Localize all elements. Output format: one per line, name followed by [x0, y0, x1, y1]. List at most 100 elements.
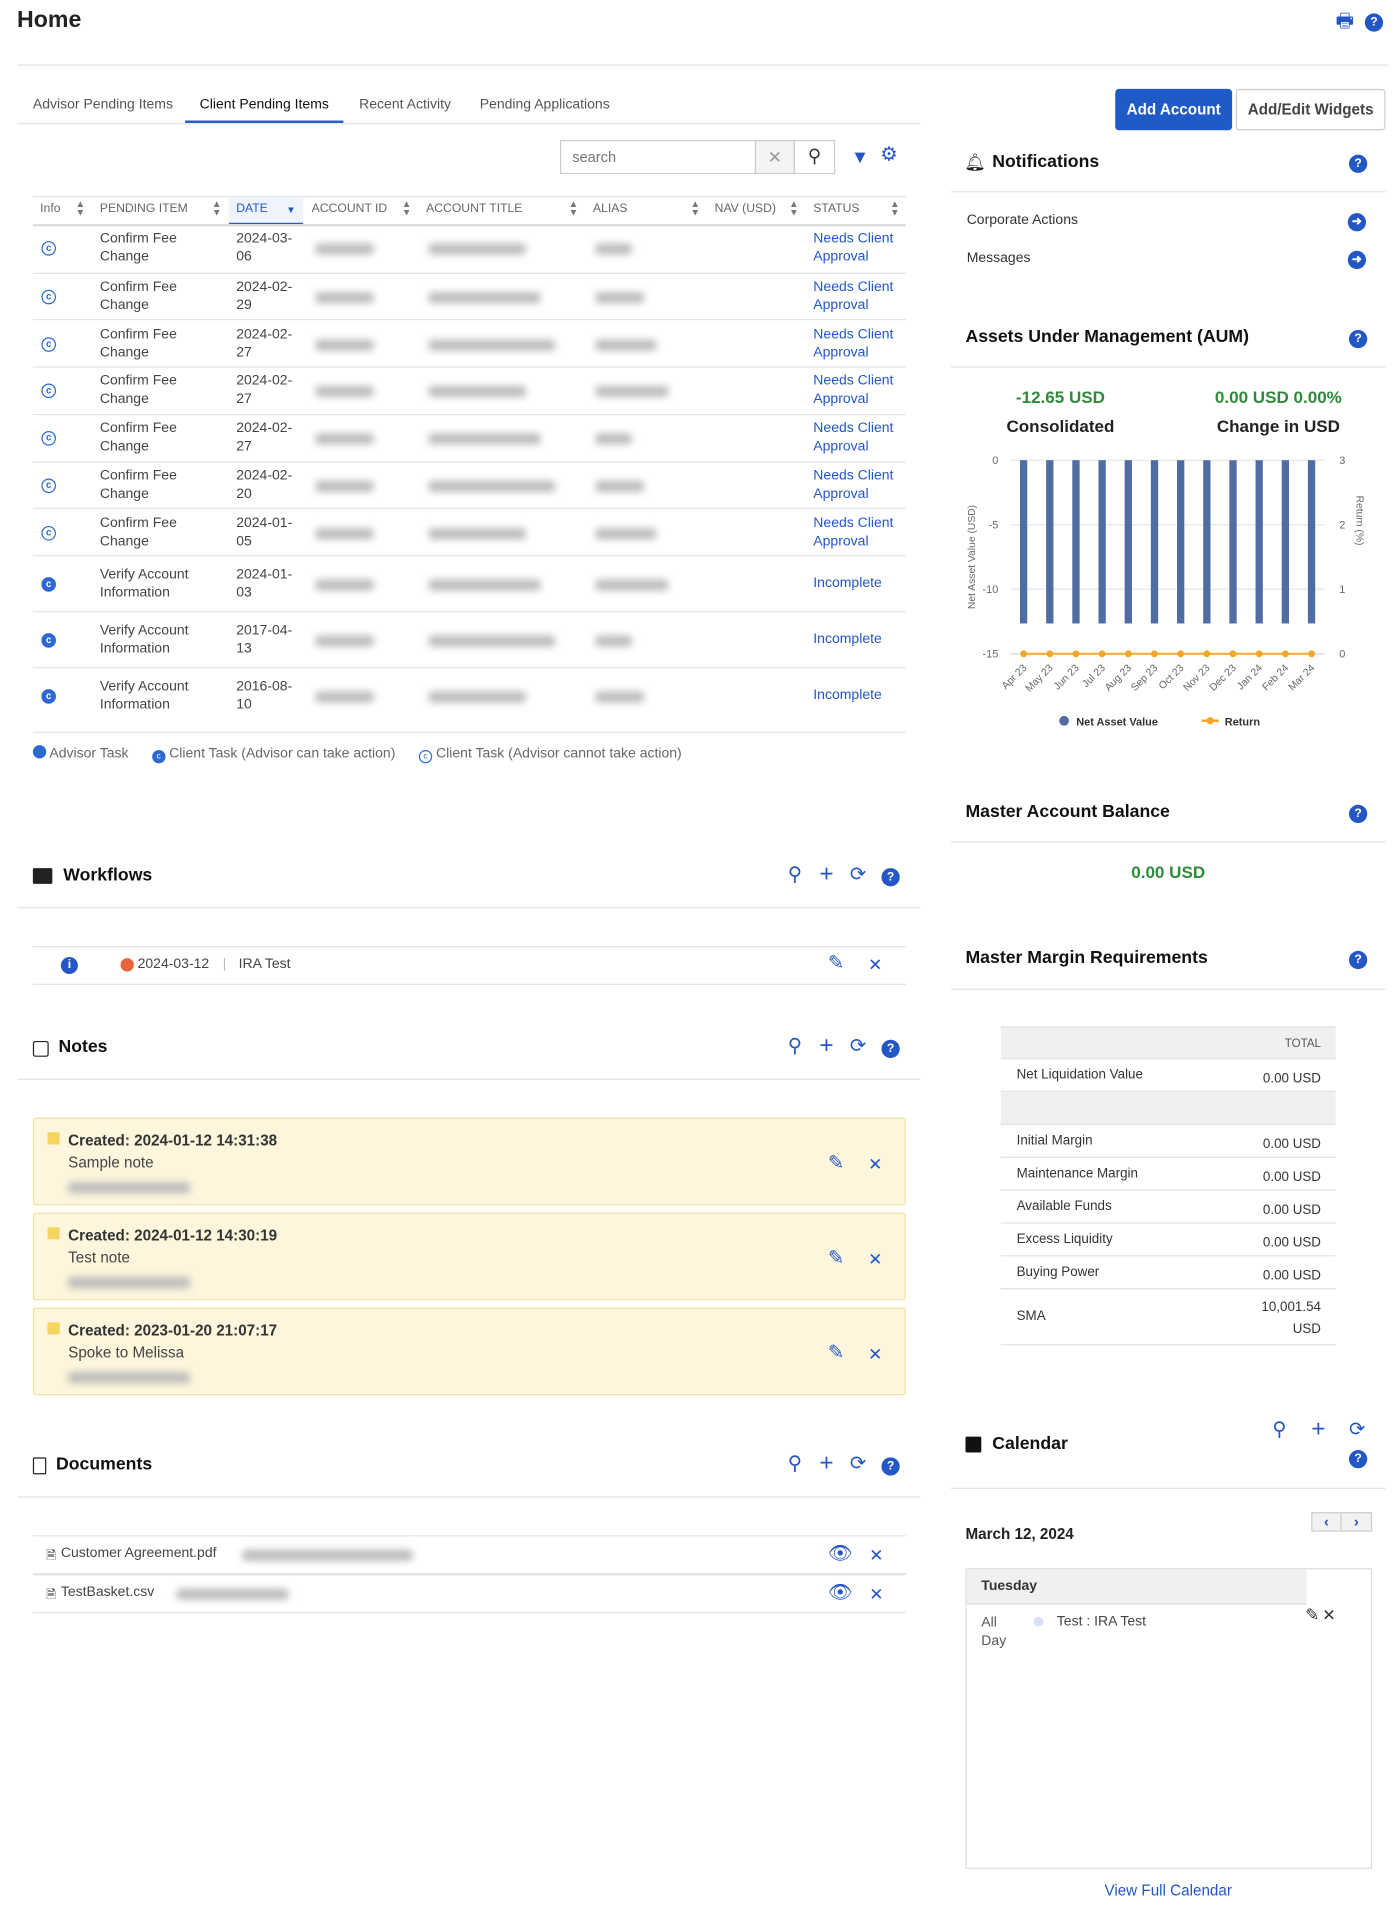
search-input[interactable]	[560, 140, 757, 175]
refresh-icon[interactable]: ⟳	[1349, 1420, 1365, 1440]
table-row[interactable]: c Confirm Fee Change 2024-02-27 Needs Cl…	[32, 319, 906, 366]
filter-icon[interactable]: ▼	[851, 148, 869, 168]
document-row[interactable]: 🗎 TestBasket.csv 👁︎ ✕	[32, 1574, 906, 1614]
search-icon[interactable]: ⚲	[788, 1037, 802, 1056]
col-account-id[interactable]: ACCOUNT ID	[312, 202, 388, 215]
status-link[interactable]: Needs Client Approval	[813, 279, 901, 316]
edit-icon[interactable]: ✎	[828, 1154, 844, 1173]
notification-messages[interactable]: Messages	[967, 251, 1031, 266]
margin-row: Excess Liquidity 0.00 USD	[1000, 1224, 1336, 1257]
status-link[interactable]: Incomplete	[813, 631, 901, 649]
table-row[interactable]: c Confirm Fee Change 2024-02-20 Needs Cl…	[32, 460, 906, 508]
document-name[interactable]: Customer Agreement.pdf	[61, 1546, 217, 1561]
status-link[interactable]: Needs Client Approval	[813, 326, 901, 363]
edit-icon[interactable]: ✎	[828, 1344, 844, 1363]
prev-day-button[interactable]: ‹	[1311, 1512, 1342, 1532]
col-account-title[interactable]: ACCOUNT TITLE	[426, 202, 522, 215]
gear-icon[interactable]: ⚙	[880, 145, 897, 165]
search-icon[interactable]: ⚲	[1272, 1420, 1286, 1440]
search-icon[interactable]: ⚲	[788, 865, 802, 885]
refresh-icon[interactable]: ⟳	[850, 1037, 866, 1056]
col-nav[interactable]: NAV (USD)	[715, 202, 776, 215]
status-link[interactable]: Incomplete	[813, 575, 901, 593]
legend-nav-label: Net Asset Value	[1076, 717, 1158, 729]
refresh-icon[interactable]: ⟳	[850, 1454, 866, 1474]
table-row[interactable]: c Verify Account Information 2024-01-03 …	[32, 555, 906, 611]
document-name[interactable]: TestBasket.csv	[61, 1585, 154, 1600]
delete-icon[interactable]: ✕	[868, 1154, 882, 1173]
table-row[interactable]: c Verify Account Information 2017-04-13 …	[32, 611, 906, 667]
help-icon[interactable]: ?	[881, 1039, 900, 1059]
add-icon[interactable]: +	[819, 1451, 833, 1475]
notification-corporate-actions[interactable]: Corporate Actions	[967, 213, 1078, 228]
delete-icon[interactable]: ✕	[868, 955, 882, 974]
sort-icon[interactable]: ▲ ▼	[690, 199, 700, 217]
col-alias[interactable]: ALIAS	[593, 202, 628, 215]
print-icon[interactable]: 🖶	[1336, 12, 1354, 31]
search-icon[interactable]: ⚲	[788, 1454, 802, 1474]
sort-icon[interactable]: ▲ ▼	[75, 199, 85, 217]
status-link[interactable]: Needs Client Approval	[813, 231, 901, 268]
add-icon[interactable]: +	[819, 862, 833, 886]
table-row[interactable]: c Verify Account Information 2016-08-10 …	[32, 667, 906, 723]
view-full-calendar-link[interactable]: View Full Calendar	[951, 1882, 1386, 1899]
delete-icon[interactable]: ✕	[868, 1249, 882, 1268]
sort-icon[interactable]: ▲ ▼	[569, 199, 579, 217]
sort-icon[interactable]: ▲ ▼	[402, 199, 412, 217]
tab-advisor-pending[interactable]: Advisor Pending Items	[33, 97, 173, 112]
add-edit-widgets-button[interactable]: Add/Edit Widgets	[1235, 88, 1386, 131]
help-icon[interactable]: ?	[881, 1457, 900, 1476]
table-row[interactable]: c Confirm Fee Change 2024-02-27 Needs Cl…	[32, 366, 906, 414]
view-icon[interactable]: 👁︎	[828, 1583, 853, 1603]
account-id-redacted	[315, 292, 374, 304]
delete-icon[interactable]: ✕	[868, 1344, 882, 1363]
next-day-button[interactable]: ›	[1340, 1512, 1373, 1532]
table-row[interactable]: c Confirm Fee Change 2024-01-05 Needs Cl…	[32, 507, 906, 555]
status-link[interactable]: Needs Client Approval	[813, 420, 901, 457]
tab-recent-activity[interactable]: Recent Activity	[359, 97, 451, 112]
edit-icon[interactable]: ✎	[828, 1249, 844, 1268]
edit-event-icon[interactable]: ✎	[1305, 1605, 1319, 1626]
help-icon[interactable]: ?	[1348, 154, 1368, 173]
table-row[interactable]: c Confirm Fee Change 2024-02-29 Needs Cl…	[32, 272, 906, 319]
help-icon[interactable]: ?	[1348, 1450, 1368, 1469]
workflow-row[interactable]: i 2024-03-12 | IRA Test ✎ ✕	[33, 947, 906, 984]
col-pending-item[interactable]: PENDING ITEM	[100, 202, 188, 215]
edit-icon[interactable]: ✎	[828, 954, 844, 974]
calendar-event[interactable]: Test : IRA Test	[1057, 1614, 1146, 1629]
arrow-right-icon[interactable]: ➜	[1347, 213, 1367, 232]
sort-icon[interactable]: ▲ ▼	[789, 199, 799, 217]
delete-event-icon[interactable]: ✕	[1322, 1606, 1335, 1625]
delete-icon[interactable]: ✕	[869, 1545, 883, 1564]
refresh-icon[interactable]: ⟳	[850, 865, 866, 885]
tab-pending-applications[interactable]: Pending Applications	[480, 97, 610, 112]
help-icon[interactable]: ?	[1348, 329, 1368, 349]
table-row[interactable]: c Confirm Fee Change 2024-02-27 Needs Cl…	[32, 413, 906, 461]
search-button[interactable]: ⚲	[793, 140, 836, 175]
document-row[interactable]: 🗎 Customer Agreement.pdf 👁︎ ✕	[32, 1535, 906, 1575]
status-link[interactable]: Needs Client Approval	[813, 514, 901, 551]
add-icon[interactable]: +	[819, 1034, 833, 1058]
clear-search-button[interactable]: ✕	[754, 140, 796, 175]
help-icon[interactable]: ?	[1348, 804, 1368, 824]
status-link[interactable]: Needs Client Approval	[813, 373, 901, 410]
view-icon[interactable]: 👁︎	[828, 1544, 853, 1564]
help-icon[interactable]: ?	[1364, 13, 1384, 32]
status-link[interactable]: Incomplete	[813, 687, 901, 705]
client-task-can-icon: c	[41, 632, 57, 648]
sort-icon[interactable]: ▲ ▼	[890, 199, 900, 217]
tab-client-pending[interactable]: Client Pending Items	[200, 97, 329, 112]
col-status[interactable]: STATUS	[813, 202, 859, 215]
delete-icon[interactable]: ✕	[869, 1584, 883, 1603]
help-icon[interactable]: ?	[881, 868, 900, 887]
col-date[interactable]: DATE	[236, 202, 268, 215]
col-info[interactable]: Info	[40, 202, 60, 215]
arrow-right-icon[interactable]: ➜	[1347, 250, 1367, 270]
add-icon[interactable]: +	[1311, 1417, 1325, 1441]
table-row[interactable]: c Confirm Fee Change 2024-03-06 Needs Cl…	[33, 225, 906, 272]
sort-icon[interactable]: ▲ ▼	[212, 199, 222, 217]
status-link[interactable]: Needs Client Approval	[813, 467, 901, 504]
sort-desc-icon[interactable]: ▼	[286, 205, 296, 216]
add-account-button[interactable]: Add Account	[1115, 88, 1233, 131]
help-icon[interactable]: ?	[1348, 950, 1368, 970]
